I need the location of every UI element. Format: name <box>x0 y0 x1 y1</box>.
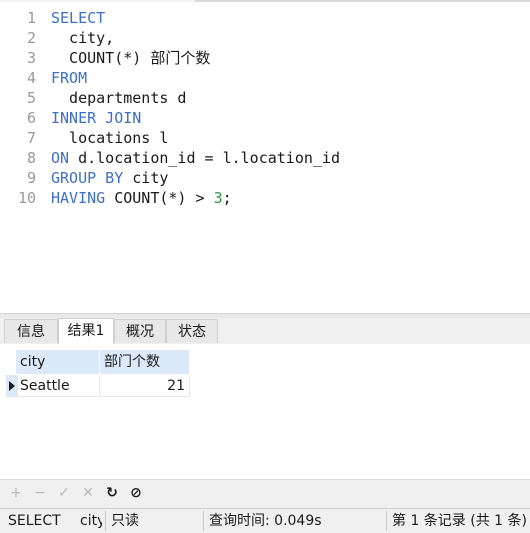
sql-editor[interactable]: 1 SELECT 2 city, 3 COUNT(*) 部门个数 4 FROM 5 depa… <box>0 3 530 313</box>
tab-overview[interactable]: 概况 <box>114 319 166 343</box>
line-number: 2 <box>26 29 36 47</box>
column-header-city[interactable]: city <box>16 350 100 374</box>
code-text[interactable]: INNER JOIN <box>51 108 141 128</box>
line-number: 7 <box>26 129 36 147</box>
line-number: 1 <box>26 9 36 27</box>
sql-text: city <box>123 169 169 187</box>
status-readonly: 只读 <box>111 513 139 529</box>
code-text[interactable]: city, <box>51 28 114 48</box>
current-row-arrow-icon <box>9 381 15 391</box>
code-text[interactable]: GROUP BY city <box>51 168 168 188</box>
line-number: 9 <box>26 169 36 187</box>
sql-text: city, <box>51 29 115 47</box>
code-line[interactable]: 3 COUNT(*) 部门个数 <box>0 48 530 68</box>
code-text[interactable]: locations l <box>51 128 168 148</box>
code-line[interactable]: 4 FROM <box>0 68 530 88</box>
sql-keyword: FROM <box>51 69 88 87</box>
tab-result1[interactable]: 结果1 <box>58 318 114 344</box>
grid-toolbar: + − ✓ ✕ ↻ ⊘ <box>0 479 530 508</box>
code-line[interactable]: 8 ON d.location_id = l.location_id <box>0 148 530 168</box>
sql-text: locations l <box>51 129 169 147</box>
code-text[interactable]: SELECT <box>51 8 105 28</box>
stop-icon[interactable]: ⊘ <box>128 485 144 501</box>
apply-changes-icon[interactable]: ✓ <box>56 485 72 501</box>
status-separator <box>203 511 204 531</box>
add-record-icon[interactable]: + <box>8 485 24 501</box>
code-line[interactable]: 5 departments d <box>0 88 530 108</box>
code-text[interactable]: ON d.location_id = l.location_id <box>51 148 340 168</box>
result-tabs: 信息 结果1 概况 状态 <box>0 318 530 345</box>
editor-tab-strip-right <box>195 0 530 2</box>
discard-changes-icon[interactable]: ✕ <box>80 485 96 501</box>
code-line[interactable]: 10 HAVING COUNT(*) > 3; <box>0 188 530 208</box>
sql-keyword: HAVING <box>51 189 106 207</box>
sql-keyword: GROUP BY <box>51 169 124 187</box>
line-number: 6 <box>26 109 36 127</box>
code-line[interactable]: 1 SELECT <box>0 8 530 28</box>
code-text[interactable]: COUNT(*) 部门个数 <box>51 48 210 68</box>
sql-text: ; <box>222 189 232 207</box>
cell-city[interactable]: Seattle <box>18 375 100 397</box>
code-text[interactable]: FROM <box>51 68 87 88</box>
row-indicator[interactable] <box>6 375 18 397</box>
sql-text: COUNT(*) 部门个数 <box>51 49 211 67</box>
line-number: 10 <box>17 189 36 207</box>
code-line[interactable]: 9 GROUP BY city <box>0 168 530 188</box>
line-number: 4 <box>26 69 36 87</box>
status-query-tail: city <box>80 513 102 529</box>
sql-keyword: ON <box>51 149 70 167</box>
line-number: 5 <box>26 89 36 107</box>
line-number: 3 <box>26 49 36 67</box>
refresh-icon[interactable]: ↻ <box>104 485 120 501</box>
result-grid-area: city 部门个数 Seattle 21 <box>0 344 530 479</box>
sql-keyword: INNER JOIN <box>51 109 142 127</box>
code-line[interactable]: 6 INNER JOIN <box>0 108 530 128</box>
status-bar: SELECT city 只读 查询时间: 0.049s 第 1 条记录 (共 1… <box>0 508 530 533</box>
tab-status[interactable]: 状态 <box>166 319 218 343</box>
column-header-dept-count[interactable]: 部门个数 <box>100 350 190 374</box>
sql-text: d.location_id = l.location_id <box>69 149 340 167</box>
sql-keyword: SELECT <box>51 9 106 27</box>
code-line[interactable]: 2 city, <box>0 28 530 48</box>
status-separator <box>386 511 387 531</box>
tab-info[interactable]: 信息 <box>4 319 58 343</box>
status-separator <box>105 511 106 531</box>
cell-dept-count[interactable]: 21 <box>100 375 190 397</box>
code-text[interactable]: departments d <box>51 88 186 108</box>
line-number: 8 <box>26 149 36 167</box>
sql-number: 3 <box>213 189 223 207</box>
status-record-count: 第 1 条记录 (共 1 条) <box>392 513 527 529</box>
delete-record-icon[interactable]: − <box>32 485 48 501</box>
code-text[interactable]: HAVING COUNT(*) > 3; <box>51 188 232 208</box>
editor-tab-strip-left <box>0 0 195 2</box>
sql-text: departments d <box>51 89 187 107</box>
status-query: SELECT <box>8 513 61 529</box>
sql-text: COUNT(*) > <box>105 189 214 207</box>
status-query-time: 查询时间: 0.049s <box>209 513 322 529</box>
code-line[interactable]: 7 locations l <box>0 128 530 148</box>
